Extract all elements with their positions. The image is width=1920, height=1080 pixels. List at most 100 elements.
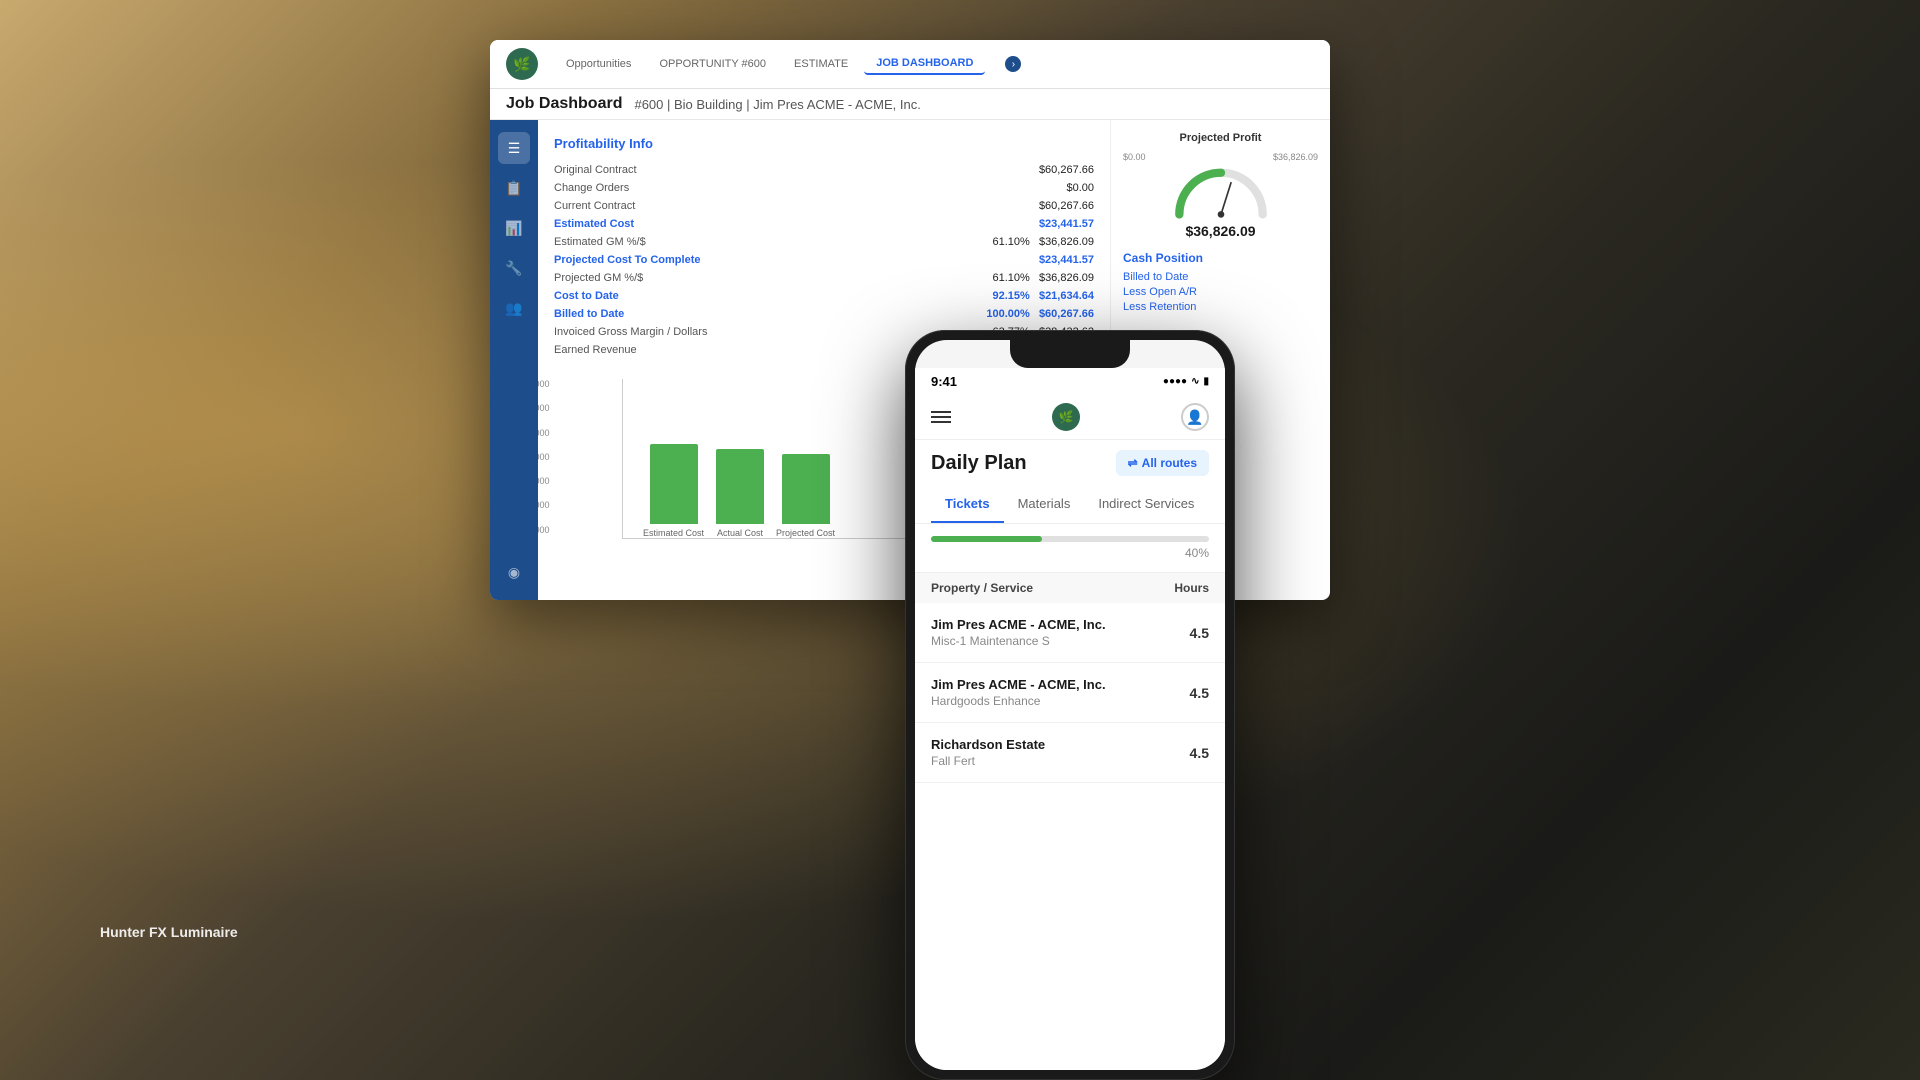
sidebar-icon-circle[interactable]: ◉ [498, 556, 530, 588]
expand-button[interactable]: › [1005, 56, 1021, 72]
bar-label-estimated: Estimated Cost [643, 528, 704, 538]
nav-tabs: Opportunities OPPORTUNITY #600 ESTIMATE … [554, 53, 985, 75]
all-routes-button[interactable]: ⇌ All routes [1116, 450, 1209, 476]
page-subtitle: #600 | Bio Building | Jim Pres ACME - AC… [634, 97, 920, 112]
service-item-1-company: Jim Pres ACME - ACME, Inc. [931, 677, 1190, 692]
value-estimated-gm: 61.10% $36,826.09 [992, 236, 1094, 248]
cash-less-retention: Less Retention [1123, 301, 1318, 313]
battery-icon: ▮ [1203, 376, 1209, 387]
bar-label-projected: Projected Cost [776, 528, 835, 538]
service-item-2[interactable]: Richardson Estate Fall Fert 4.5 [915, 723, 1225, 783]
sidebar-icon-tools[interactable]: 🔧 [498, 252, 530, 284]
label-estimated-cost: Estimated Cost [554, 218, 634, 230]
label-change-orders: Change Orders [554, 182, 629, 194]
value-billed-to-date: 100.00% $60,267.66 [986, 308, 1094, 320]
value-estimated-cost: $23,441.57 [1039, 218, 1094, 230]
tab-estimate[interactable]: ESTIMATE [782, 54, 860, 74]
bar-actual-cost: Actual Cost [716, 449, 764, 538]
status-time: 9:41 [931, 374, 957, 389]
gauge-min: $0.00 [1123, 152, 1146, 162]
progress-label: 40% [931, 546, 1209, 560]
phone-outer: 9:41 ●●●● ∿ ▮ 🌿 👤 Daily Plan [905, 330, 1235, 1080]
row-estimated-cost: Estimated Cost $23,441.57 [554, 215, 1094, 233]
user-profile-icon[interactable]: 👤 [1181, 403, 1209, 431]
daily-plan-title: Daily Plan [931, 452, 1027, 475]
gauge-title: Projected Profit [1123, 132, 1318, 144]
bar-projected-cost: Projected Cost [776, 454, 835, 538]
hamburger-line-2 [931, 416, 951, 418]
hamburger-menu[interactable] [931, 411, 951, 423]
service-item-0-type: Misc-1 Maintenance S [931, 634, 1190, 648]
page-title: Job Dashboard [506, 95, 622, 113]
row-projected-gm: Projected GM %/$ 61.10% $36,826.09 [554, 269, 1094, 287]
hamburger-line-3 [931, 421, 951, 423]
label-projected-gm: Projected GM %/$ [554, 272, 643, 284]
tab-job-dashboard[interactable]: JOB DASHBOARD [864, 53, 985, 75]
wifi-icon: ∿ [1191, 376, 1199, 387]
bar-actual-cost-visual [716, 449, 764, 524]
service-item-2-type: Fall Fert [931, 754, 1190, 768]
tab-opportunity-number[interactable]: OPPORTUNITY #600 [647, 54, 778, 74]
cash-less-open-ar: Less Open A/R [1123, 286, 1318, 298]
label-projected-cost-complete: Projected Cost To Complete [554, 254, 700, 266]
phone-tabs: Tickets Materials Indirect Services [915, 486, 1225, 524]
routes-btn-label: All routes [1142, 456, 1197, 470]
phone-app-logo: 🌿 [1052, 403, 1080, 431]
brand-logo: Hunter FX Luminaire [100, 924, 238, 940]
service-item-2-company: Richardson Estate [931, 737, 1190, 752]
sidebar-icon-chart[interactable]: 📊 [498, 212, 530, 244]
progress-fill [931, 536, 1042, 542]
service-item-0-hours: 4.5 [1190, 625, 1209, 641]
row-change-orders: Change Orders $0.00 [554, 179, 1094, 197]
value-cost-to-date: 92.15% $21,634.64 [992, 290, 1094, 302]
row-cost-to-date: Cost to Date 92.15% $21,634.64 [554, 287, 1094, 305]
phone-notch [1010, 340, 1130, 368]
status-icons: ●●●● ∿ ▮ [1163, 376, 1209, 387]
value-current-contract: $60,267.66 [1039, 200, 1094, 212]
routes-icon: ⇌ [1128, 456, 1138, 470]
gauge-svg: $36,826.09 $73,652.18 [1171, 164, 1271, 219]
gauge-value: $36,826.09 [1123, 223, 1318, 239]
value-original-contract: $60,267.66 [1039, 164, 1094, 176]
tab-opportunities[interactable]: Opportunities [554, 54, 643, 74]
tab-indirect-services[interactable]: Indirect Services [1084, 486, 1208, 523]
row-original-contract: Original Contract $60,267.66 [554, 161, 1094, 179]
row-current-contract: Current Contract $60,267.66 [554, 197, 1094, 215]
hours-header: Hours [1174, 581, 1209, 595]
window-header: 🌿 Opportunities OPPORTUNITY #600 ESTIMAT… [490, 40, 1330, 89]
profitability-section-title: Profitability Info [554, 136, 1094, 151]
value-change-orders: $0.00 [1066, 182, 1094, 194]
progress-bar-container [931, 536, 1209, 542]
gauge-container: $36,826.09 $73,652.18 [1171, 164, 1271, 219]
service-item-1[interactable]: Jim Pres ACME - ACME, Inc. Hardgoods Enh… [915, 663, 1225, 723]
signal-icon: ●●●● [1163, 376, 1187, 387]
sidebar-icon-menu[interactable]: ☰ [498, 132, 530, 164]
label-original-contract: Original Contract [554, 164, 637, 176]
property-service-header: Property / Service [931, 581, 1033, 595]
profit-gauge: Projected Profit $0.00 $36,826.09 [1123, 132, 1318, 239]
service-item-0-company: Jim Pres ACME - ACME, Inc. [931, 617, 1190, 632]
phone-mockup: 9:41 ●●●● ∿ ▮ 🌿 👤 Daily Plan [905, 330, 1235, 1080]
service-item-1-hours: 4.5 [1190, 685, 1209, 701]
bar-projected-cost-visual [782, 454, 830, 524]
sidebar-nav: ☰ 📋 📊 🔧 👥 ◉ [490, 120, 538, 600]
sidebar-icon-list[interactable]: 📋 [498, 172, 530, 204]
cash-billed-to-date: Billed to Date [1123, 271, 1318, 283]
daily-plan-header: Daily Plan ⇌ All routes [915, 440, 1225, 486]
phone-screen: 9:41 ●●●● ∿ ▮ 🌿 👤 Daily Plan [915, 340, 1225, 1070]
bar-estimated-cost-visual [650, 444, 698, 524]
tab-tickets[interactable]: Tickets [931, 486, 1004, 523]
phone-app-header: 🌿 👤 [915, 395, 1225, 440]
service-item-0[interactable]: Jim Pres ACME - ACME, Inc. Misc-1 Mainte… [915, 603, 1225, 663]
sidebar-icon-users[interactable]: 👥 [498, 292, 530, 324]
status-bar: 9:41 ●●●● ∿ ▮ [915, 368, 1225, 395]
y-axis-labels: 0 10,000 20,000 30,000 40,000 50,000 60,… [538, 379, 550, 559]
label-invoiced-gm: Invoiced Gross Margin / Dollars [554, 326, 707, 338]
row-projected-cost-complete: Projected Cost To Complete $23,441.57 [554, 251, 1094, 269]
gauge-labels: $0.00 $36,826.09 [1123, 152, 1318, 162]
tab-materials[interactable]: Materials [1004, 486, 1085, 523]
service-item-1-type: Hardgoods Enhance [931, 694, 1190, 708]
row-estimated-gm: Estimated GM %/$ 61.10% $36,826.09 [554, 233, 1094, 251]
label-billed-to-date: Billed to Date [554, 308, 624, 320]
gauge-max-label: $36,826.09 [1273, 152, 1318, 162]
